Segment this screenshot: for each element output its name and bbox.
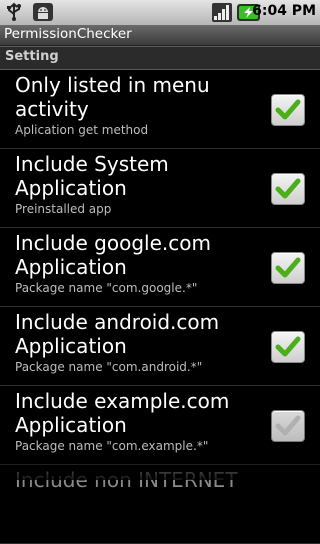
pref-title: Include google.com Application (15, 231, 211, 279)
pref-include-non-internet[interactable]: Include non INTERNET (0, 465, 320, 544)
app-title: PermissionChecker (4, 26, 132, 42)
checkbox[interactable] (271, 410, 305, 442)
pref-include-example-app[interactable]: Include example.com Application Package … (0, 386, 320, 465)
pref-summary: Package name "com.example.*" (15, 439, 209, 453)
checkbox[interactable] (271, 94, 305, 126)
checkmark-icon (275, 336, 301, 357)
checkmark-icon (275, 257, 301, 278)
pref-summary: Package name "com.google.*" (15, 281, 198, 295)
checkbox[interactable] (271, 331, 305, 363)
android-debug-icon (32, 2, 54, 26)
pref-include-android-app[interactable]: Include android.com Application Package … (0, 307, 320, 386)
preference-category-header: Setting (0, 46, 320, 70)
pref-only-listed-in-menu[interactable]: Only listed in menu activity Aplication … (0, 70, 320, 149)
status-time: 6:04 PM (252, 3, 316, 19)
usb-icon (4, 2, 24, 26)
pref-title: Include System Application (15, 152, 169, 200)
pref-title: Include example.com Application (15, 389, 230, 437)
checkmark-icon (275, 178, 301, 199)
pref-title: Include non INTERNET (15, 468, 238, 492)
signal-icon (211, 2, 233, 27)
pref-summary: Package name "com.android.*" (15, 360, 203, 374)
checkbox[interactable] (271, 173, 305, 205)
pref-include-google-app[interactable]: Include google.com Application Package n… (0, 228, 320, 307)
checkbox[interactable] (271, 252, 305, 284)
pref-summary: Aplication get method (15, 123, 149, 137)
pref-title: Only listed in menu activity (15, 73, 210, 121)
app-title-bar: PermissionChecker (0, 25, 320, 46)
pref-summary: Preinstalled app (15, 202, 112, 216)
checkmark-icon (275, 99, 301, 120)
status-bar: 6:04 PM (0, 0, 320, 26)
pref-title: Include android.com Application (15, 310, 220, 358)
pref-include-system-app[interactable]: Include System Application Preinstalled … (0, 149, 320, 228)
category-title: Setting (5, 49, 59, 64)
checkmark-icon (275, 415, 301, 436)
